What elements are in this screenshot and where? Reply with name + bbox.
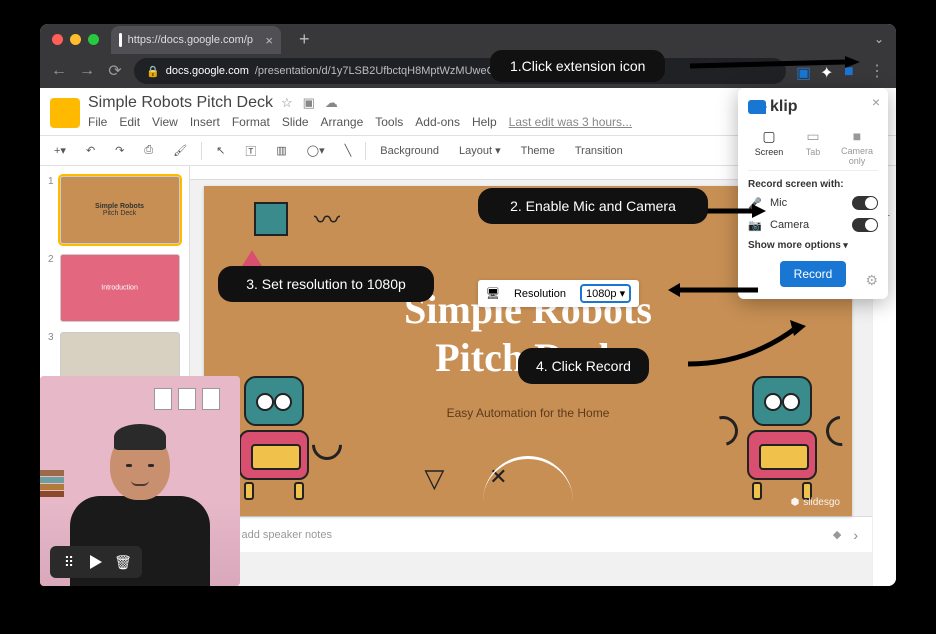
menu-slide[interactable]: Slide (282, 115, 309, 129)
speaker-notes[interactable]: ‹ k to add speaker notes ◆ › (190, 516, 872, 552)
mic-label: Mic (770, 197, 844, 209)
monitor-icon: 🖥 (486, 287, 500, 300)
tab-title: https://docs.google.com/p (128, 34, 253, 46)
camera-label: Camera (770, 219, 844, 231)
resolution-bar: 🖥 Resolution 1080p ▾ (478, 280, 639, 307)
record-button[interactable]: Record (780, 261, 847, 287)
thumbnail-1[interactable]: Simple RobotsPitch Deck (60, 176, 180, 244)
transition-button[interactable]: Transition (569, 143, 629, 159)
new-tab-button[interactable]: + (299, 29, 310, 50)
menu-file[interactable]: File (88, 115, 107, 129)
chrome-menu-icon[interactable]: ⋮ (868, 61, 886, 81)
camera-icon: 📷 (748, 219, 762, 232)
slidesgo-credit: ⬢slidesgo (791, 497, 840, 508)
arrow-1 (690, 56, 860, 76)
mode-screen[interactable]: ▢Screen (748, 124, 790, 170)
mic-row: 🎤 Mic (748, 196, 878, 210)
star-icon[interactable]: ☆ (281, 95, 293, 111)
thumbnail-2[interactable]: Introduction (60, 254, 180, 322)
back-button[interactable]: ← (50, 62, 68, 80)
resolution-select[interactable]: 1080p ▾ (580, 284, 631, 303)
record-mode-tabs: ▢Screen ▭Tab ■Camera only (748, 124, 878, 171)
close-tab-icon[interactable]: × (265, 33, 273, 48)
print-button[interactable]: ⎙ (138, 142, 159, 159)
menu-edit[interactable]: Edit (119, 115, 140, 129)
klip-extension-popup: × klip ▢Screen ▭Tab ■Camera only Record … (738, 88, 888, 299)
webcam-controls: ⠿ 🗑 (50, 546, 142, 578)
undo-button[interactable]: ↶ (80, 142, 101, 159)
minimize-window-icon[interactable] (70, 34, 81, 45)
mode-camera-only[interactable]: ■Camera only (836, 124, 878, 170)
record-with-label: Record screen with: (748, 179, 878, 190)
arrow-3 (668, 282, 758, 298)
resolution-label: Resolution (514, 288, 566, 300)
camera-row: 📷 Camera (748, 218, 878, 232)
robot-illustration-right (732, 376, 832, 506)
select-tool[interactable]: ↖ (210, 142, 231, 159)
decor-caret: ▽ (424, 463, 444, 494)
annotation-2: 2. Enable Mic and Camera (478, 188, 708, 224)
paint-format-button[interactable]: 🖌 (167, 142, 193, 159)
textbox-tool[interactable]: 🅃 (239, 141, 262, 161)
window-controls[interactable] (52, 34, 99, 45)
decor-zigzag (314, 214, 354, 230)
image-tool[interactable]: ▥ (270, 142, 292, 159)
mic-toggle[interactable] (852, 196, 878, 210)
redo-button[interactable]: ↷ (109, 142, 130, 159)
last-edit-link[interactable]: Last edit was 3 hours... (509, 115, 632, 129)
forward-button[interactable]: → (78, 62, 96, 80)
cloud-status-icon[interactable]: ☁ (325, 95, 338, 111)
menu-arrange[interactable]: Arrange (321, 115, 364, 129)
annotation-4: 4. Click Record (518, 348, 649, 384)
lock-icon: 🔒 (146, 65, 160, 78)
arrow-4 (688, 320, 808, 370)
wall-photos (154, 388, 220, 410)
menu-bar: File Edit View Insert Format Slide Arran… (88, 115, 731, 135)
background-button[interactable]: Background (374, 143, 445, 159)
titlebar: https://docs.google.com/p × + ⌄ (40, 24, 896, 54)
menu-tools[interactable]: Tools (375, 115, 403, 129)
theme-button[interactable]: Theme (515, 143, 561, 159)
menu-view[interactable]: View (152, 115, 178, 129)
move-icon[interactable]: ▣ (303, 95, 315, 111)
menu-addons[interactable]: Add-ons (415, 115, 460, 129)
drag-handle-icon[interactable]: ⠿ (58, 551, 80, 573)
show-more-options[interactable]: Show more options (748, 240, 878, 251)
play-icon[interactable] (90, 555, 102, 569)
arrow-2 (706, 202, 766, 220)
browser-tab[interactable]: https://docs.google.com/p × (111, 26, 281, 54)
new-slide-button[interactable]: +▾ (48, 142, 72, 159)
url-host: docs.google.com (166, 65, 249, 77)
annotation-3: 3. Set resolution to 1080p (218, 266, 434, 302)
menu-format[interactable]: Format (232, 115, 270, 129)
tab-favicon (119, 33, 122, 47)
line-tool[interactable]: ╲ (339, 142, 358, 159)
reload-button[interactable]: ⟳ (106, 61, 124, 81)
maximize-window-icon[interactable] (88, 34, 99, 45)
menu-insert[interactable]: Insert (190, 115, 220, 129)
url-field[interactable]: 🔒 docs.google.com /presentation/d/1y7LSB… (134, 58, 786, 84)
slides-logo-icon[interactable] (50, 98, 80, 128)
delete-icon[interactable]: 🗑 (112, 551, 134, 573)
popup-close-icon[interactable]: × (872, 94, 880, 110)
doc-title[interactable]: Simple Robots Pitch Deck (88, 94, 273, 112)
settings-gear-icon[interactable]: ⚙ (865, 272, 878, 289)
tabs-menu-icon[interactable]: ⌄ (874, 32, 884, 46)
decor-square (254, 202, 288, 236)
explore-button[interactable]: ◆ (833, 528, 841, 541)
notes-next-icon[interactable]: › (853, 527, 858, 543)
camera-toggle[interactable] (852, 218, 878, 232)
shape-tool[interactable]: ◯▾ (301, 142, 331, 159)
menu-help[interactable]: Help (472, 115, 497, 129)
annotation-1: 1.Click extension icon (490, 50, 665, 82)
slide-subtitle: Easy Automation for the Home (447, 406, 610, 420)
bookshelf (40, 470, 64, 498)
klip-brand: klip (748, 98, 878, 116)
layout-button[interactable]: Layout ▾ (453, 142, 507, 159)
mode-tab[interactable]: ▭Tab (792, 124, 834, 170)
klip-logo-icon (748, 100, 766, 114)
close-window-icon[interactable] (52, 34, 63, 45)
